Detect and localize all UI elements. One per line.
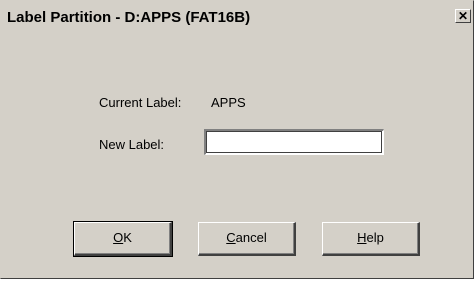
window-title: Label Partition - D:APPS (FAT16B) (7, 9, 251, 26)
help-button[interactable]: Help (322, 222, 420, 256)
new-label-input[interactable] (204, 129, 384, 155)
new-label-caption: New Label: (99, 137, 165, 152)
ok-button[interactable]: OK (73, 221, 173, 257)
cancel-button[interactable]: Cancel (198, 222, 296, 256)
ok-button-mnemonic: O (113, 230, 124, 245)
close-button[interactable]: ✕ (455, 9, 471, 23)
close-icon: ✕ (457, 9, 469, 23)
help-button-label: elp (366, 230, 384, 245)
current-label-value: APPS (211, 95, 246, 110)
help-button-mnemonic: H (357, 230, 367, 245)
cancel-button-mnemonic: C (226, 230, 236, 245)
label-partition-dialog: Label Partition - D:APPS (FAT16B) ✕ Curr… (0, 0, 474, 279)
current-label-caption: Current Label: (99, 95, 182, 110)
cancel-button-label: ancel (235, 230, 267, 245)
ok-button-label: K (123, 230, 132, 245)
title-bar[interactable]: Label Partition - D:APPS (FAT16B) ✕ (3, 3, 473, 31)
